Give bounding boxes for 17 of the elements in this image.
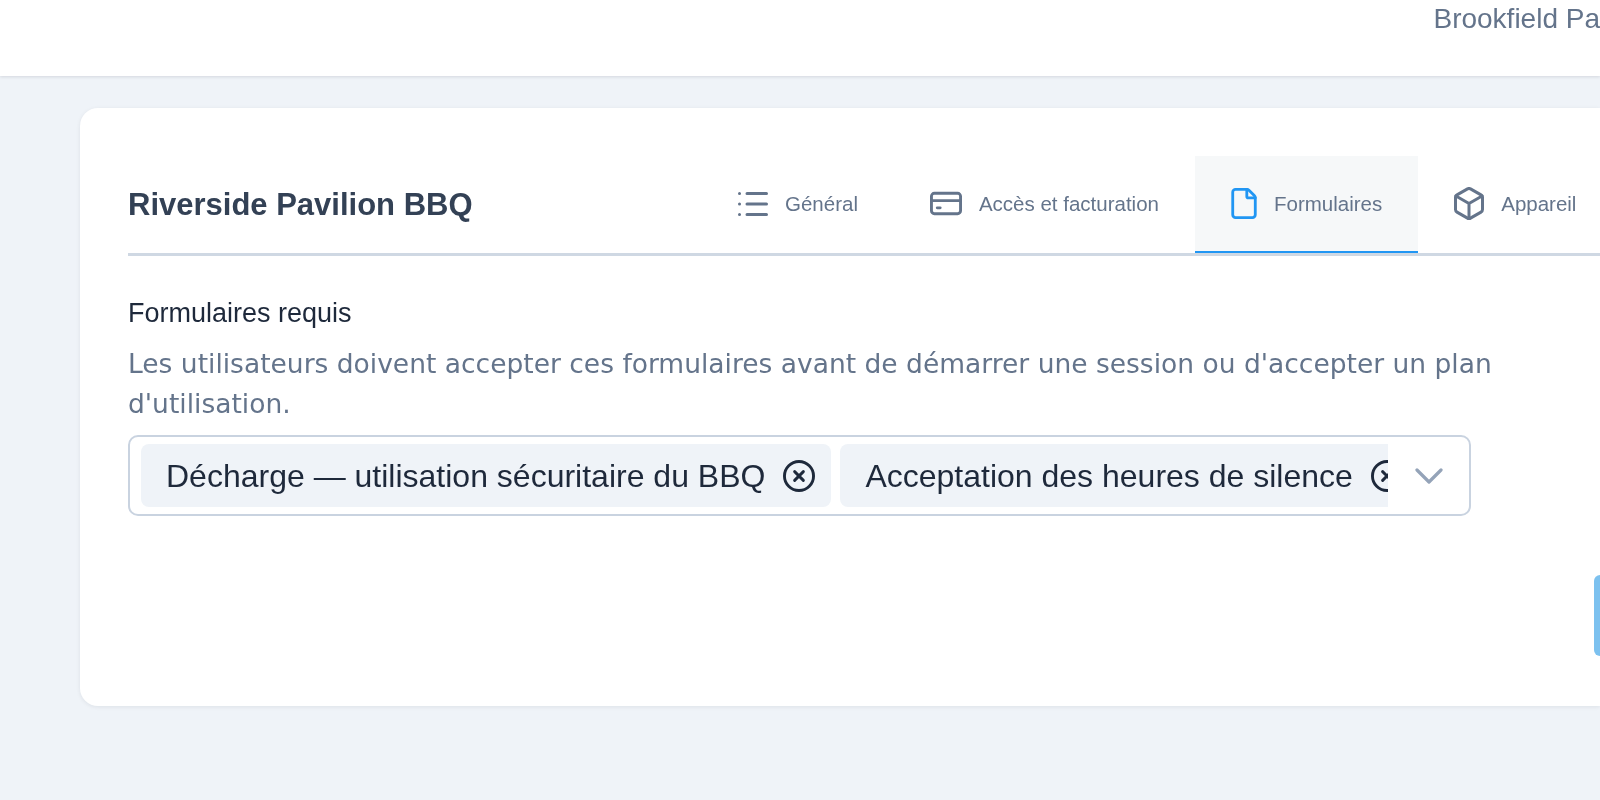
card-title: Riverside Pavilion BBQ	[128, 185, 473, 224]
tab[interactable]: Formulaires	[1195, 156, 1419, 253]
multi-select-field[interactable]: Décharge — utilisation sécuritaire du BBQ Acceptation des heures de silence	[128, 435, 1471, 516]
file-icon	[1231, 188, 1257, 219]
tag-label: Décharge — utilisation sécuritaire du BBQ	[166, 456, 766, 496]
field-label: Formulaires requis	[128, 297, 353, 330]
credit-card-icon	[929, 191, 962, 216]
cube-icon	[1454, 187, 1485, 220]
tab[interactable]: Accès et facturation	[893, 156, 1195, 253]
tag-label: Acceptation des heures de silence	[865, 456, 1353, 496]
field-description: Les utilisateurs doivent accepter ces formulaires avant de démarrer une session ou d'accepter un plan d'utilisation.	[128, 347, 1493, 421]
list-icon	[738, 191, 768, 216]
tab[interactable]: Appareil	[1418, 156, 1589, 253]
account-name: Brookfield Pa	[1433, 2, 1600, 36]
chevron-down-icon[interactable]	[1414, 467, 1443, 484]
tab[interactable]: Général	[702, 156, 894, 253]
close-icon[interactable]	[783, 459, 816, 492]
